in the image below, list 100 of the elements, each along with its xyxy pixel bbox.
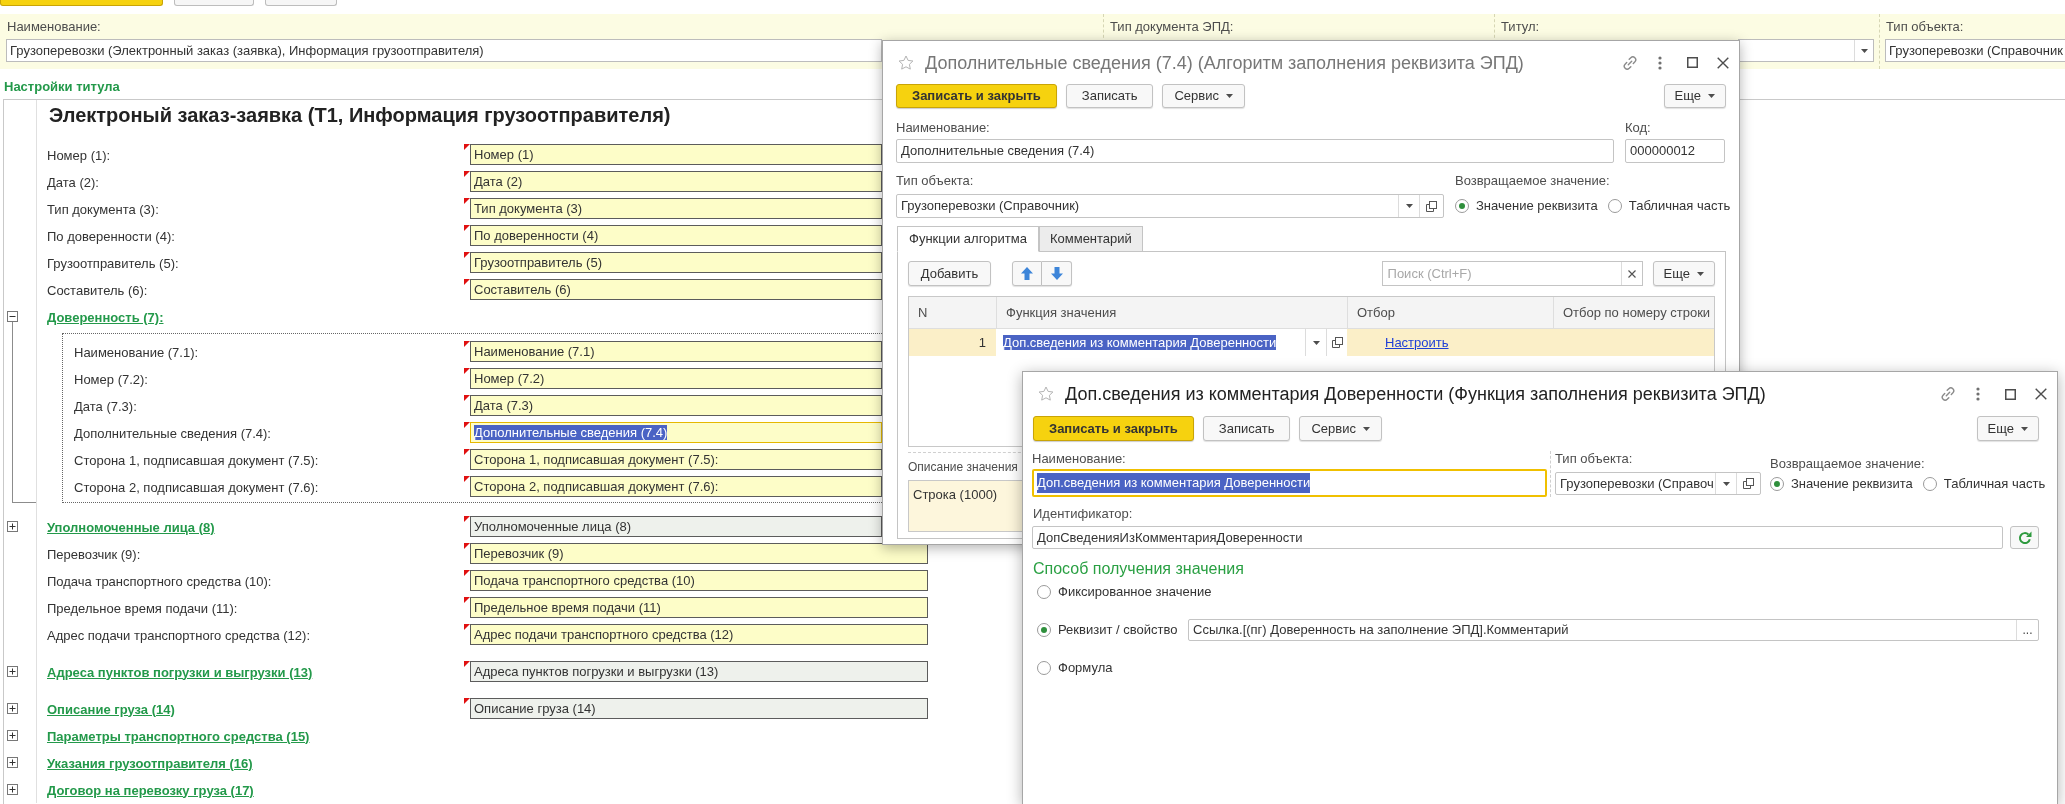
expand-icon[interactable]	[7, 730, 18, 741]
expand-icon[interactable]	[7, 666, 18, 677]
more-button[interactable]: Еще	[1652, 261, 1715, 286]
radio-label[interactable]: Реквизит / свойство	[1058, 622, 1178, 638]
dropdown-field[interactable]	[1738, 39, 1874, 62]
choose-button[interactable]: ...	[2016, 620, 2038, 640]
kebab-menu-icon[interactable]	[1976, 387, 1980, 401]
close-icon[interactable]	[2035, 388, 2047, 400]
text-field[interactable]: Адрес подачи транспортного средства (12)	[470, 624, 928, 645]
group-link[interactable]: Указания грузоотправителя (16)	[47, 755, 253, 771]
radio-button[interactable]	[1037, 623, 1051, 637]
group-link[interactable]: Адреса пунктов погрузки и выгрузки (13)	[47, 664, 313, 680]
radio-button[interactable]	[1922, 477, 1937, 491]
radio-label[interactable]: Значение реквизита	[1791, 476, 1913, 492]
expand-icon[interactable]	[7, 703, 18, 714]
column-header[interactable]: Функция значения	[996, 297, 1347, 328]
text-field[interactable]: Грузоперевозки (Электронный заказ (заявка), Информация грузоотправителя)	[6, 39, 882, 62]
more-button[interactable]: Еще	[1663, 84, 1726, 108]
text-field[interactable]: Описание груза (14)	[470, 698, 928, 719]
caret-icon	[1405, 204, 1413, 208]
cell-input[interactable]: Доп.сведения из комментария Доверенности	[996, 329, 1347, 356]
link-icon[interactable]	[1622, 54, 1638, 71]
maximize-icon[interactable]	[2005, 388, 2016, 400]
text-field[interactable]: Составитель (6)	[470, 279, 882, 300]
kebab-menu-icon[interactable]	[1658, 55, 1662, 70]
corner-marker-icon	[464, 279, 470, 285]
save-button[interactable]: Записать	[1065, 84, 1154, 108]
text-field[interactable]: Номер (1)	[470, 144, 882, 165]
service-menu-button[interactable]: Сервис	[1299, 416, 1382, 441]
column-header[interactable]: Отбор по номеру строки	[1553, 297, 1714, 328]
configure-link[interactable]: Настроить	[1385, 332, 1449, 353]
radio-label[interactable]: Фиксированное значение	[1058, 584, 1212, 600]
field-label: Наименование:	[896, 120, 990, 136]
radio-button[interactable]	[1607, 199, 1622, 213]
field-label: Описание значения	[908, 459, 1018, 475]
add-button[interactable]: Добавить	[908, 261, 991, 286]
text-field[interactable]: Тип документа (3)	[470, 198, 882, 219]
expand-icon[interactable]	[7, 757, 18, 768]
tab[interactable]: Функции алгоритма	[897, 226, 1039, 252]
save-and-close-button[interactable]: Записать и закрыть	[1033, 416, 1194, 441]
link-icon[interactable]	[1940, 386, 1956, 402]
group-link[interactable]: Уполномоченные лица (8)	[47, 519, 215, 535]
text-field[interactable]: Доп.сведения из комментария Доверенности	[1032, 469, 1547, 497]
radio-label[interactable]: Значение реквизита	[1476, 198, 1598, 214]
radio-label[interactable]: Формула	[1058, 660, 1113, 676]
move-down-button[interactable]	[1042, 261, 1072, 286]
column-header[interactable]: N	[909, 297, 996, 328]
text-field[interactable]: Адреса пунктов погрузки и выгрузки (13)	[470, 661, 928, 682]
text-field[interactable]: Уполномоченные лица (8)	[470, 516, 882, 537]
more-button[interactable]: Еще	[1976, 416, 2039, 441]
expand-icon[interactable]	[7, 784, 18, 795]
radio-button[interactable]	[1455, 199, 1469, 213]
field-label: Дата (7.3):	[74, 398, 137, 414]
radio-button[interactable]	[1037, 585, 1051, 599]
column-header[interactable]: Отбор	[1347, 297, 1553, 328]
text-field[interactable]: Номер (7.2)	[470, 368, 882, 389]
service-menu-button[interactable]: Сервис	[1162, 84, 1245, 108]
refresh-button[interactable]	[2010, 526, 2039, 549]
star-icon[interactable]	[898, 54, 914, 71]
star-icon[interactable]	[1038, 386, 1054, 402]
dropdown-field[interactable]: Грузоперевозки (Справочник)	[896, 194, 1444, 218]
radio-button[interactable]	[1037, 661, 1051, 675]
text-field[interactable]: Дата (2)	[470, 171, 882, 192]
move-up-button[interactable]	[1012, 261, 1042, 286]
text-field[interactable]: Дата (7.3)	[470, 395, 882, 416]
text-field[interactable]: Дополнительные сведения (7.4)	[470, 422, 882, 443]
radio-label[interactable]: Табличная часть	[1628, 198, 1731, 214]
text-field[interactable]: 000000012	[1625, 139, 1725, 163]
text-area[interactable]: Строка (1000)	[908, 480, 1023, 532]
caret-icon	[1722, 481, 1730, 486]
maximize-icon[interactable]	[1687, 57, 1698, 68]
close-icon[interactable]	[1717, 56, 1729, 69]
field-label: Сторона 2, подписавшая документ (7.6):	[74, 479, 319, 495]
text-field[interactable]: ДопСведенияИзКомментарияДоверенности	[1032, 526, 2003, 549]
table-row[interactable]: 1 Доп.сведения из комментария Доверенности Настроить	[909, 329, 1714, 356]
text-field[interactable]: Сторона 2, подписавшая документ (7.6):	[470, 476, 882, 497]
tab[interactable]: Комментарий	[1038, 226, 1143, 252]
radio-label[interactable]: Табличная часть	[1943, 476, 2046, 492]
group-link[interactable]: Описание груза (14)	[47, 701, 175, 717]
text-field[interactable]: Дополнительные сведения (7.4)	[896, 139, 1614, 163]
text-field[interactable]: Ссылка.[(пг) Доверенность на заполнение ЭПД].Комментарий ...	[1188, 619, 2039, 641]
corner-marker-icon	[464, 422, 470, 428]
save-and-close-button[interactable]: Записать и закрыть	[896, 84, 1057, 108]
text-field[interactable]: Грузоперевозки (Справочник	[1885, 39, 2065, 62]
radio-button[interactable]	[1770, 477, 1784, 491]
collapse-icon[interactable]	[7, 311, 18, 322]
text-field[interactable]: Подача транспортного средства (10)	[470, 570, 928, 591]
expand-icon[interactable]	[7, 521, 18, 532]
group-link[interactable]: Доверенность (7):	[47, 309, 164, 325]
text-field[interactable]: Предельное время подачи (11)	[470, 597, 928, 618]
group-link[interactable]: Договор на перевозку груза (17)	[47, 782, 254, 798]
text-field[interactable]: Наименование (7.1)	[470, 341, 882, 362]
field-label: Тип объекта:	[1885, 19, 1964, 35]
text-field[interactable]: Грузоотправитель (5)	[470, 252, 882, 273]
save-button[interactable]: Записать	[1202, 416, 1291, 441]
text-field[interactable]: По доверенности (4)	[470, 225, 882, 246]
text-field[interactable]: Перевозчик (9)	[470, 543, 928, 564]
text-field[interactable]: Сторона 1, подписавшая документ (7.5):	[470, 449, 882, 470]
group-link[interactable]: Параметры транспортного средства (15)	[47, 728, 310, 744]
dropdown-field[interactable]: Грузоперевозки (Справоч	[1555, 472, 1761, 495]
